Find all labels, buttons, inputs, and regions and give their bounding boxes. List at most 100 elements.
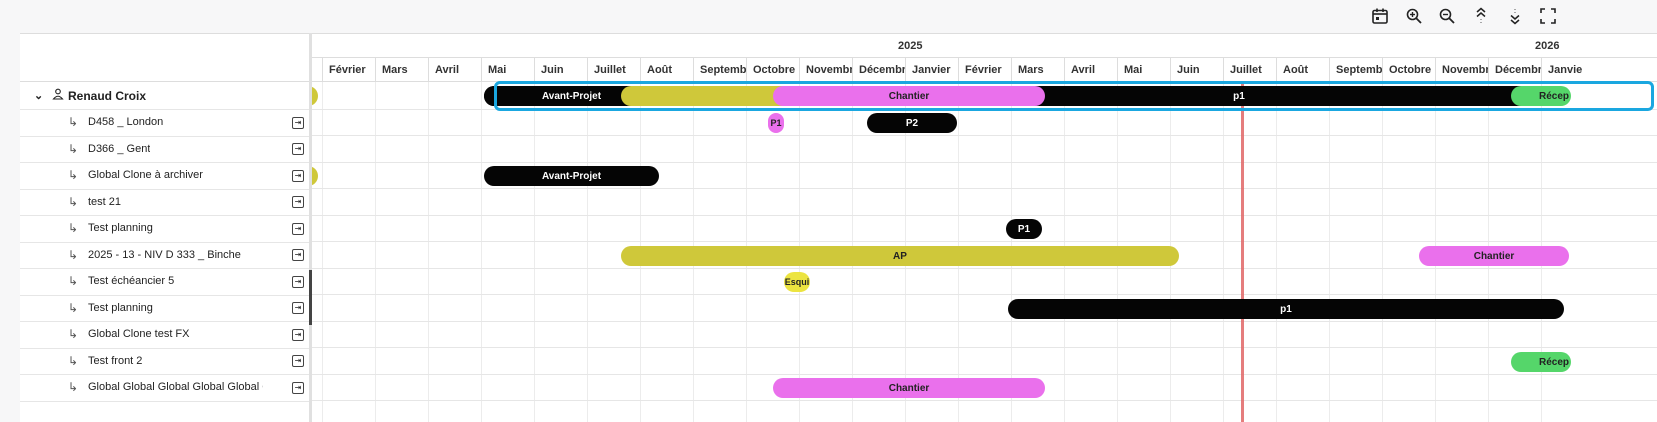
collapse-all-icon[interactable]: [1471, 6, 1491, 26]
project-row[interactable]: ↳ D366 _ Gent ⇥: [20, 135, 310, 163]
subitem-arrow-icon: ↳: [68, 353, 79, 368]
project-name: Global Clone test FX: [88, 328, 190, 340]
subitem-arrow-icon: ↳: [68, 194, 79, 209]
year-header: 2025 2026: [312, 34, 1657, 58]
grid-column-line: [534, 82, 535, 422]
group-name: Renaud Croix: [68, 88, 147, 103]
bar-label: p1: [1280, 303, 1292, 315]
subitem-arrow-icon: ↳: [68, 115, 79, 129]
today-marker: [1241, 82, 1244, 422]
open-project-icon[interactable]: ⇥: [292, 196, 304, 208]
subitem-arrow-icon: ↳: [68, 327, 79, 341]
bar-label: P1: [770, 118, 782, 128]
expand-all-icon[interactable]: [1505, 6, 1525, 26]
gantt-bar-d458-p2[interactable]: P2: [867, 113, 957, 133]
open-project-icon[interactable]: ⇥: [292, 249, 304, 261]
project-row[interactable]: ↳ Test échéancier 5 ⇥: [20, 268, 310, 296]
grid-column-line: [481, 82, 482, 422]
project-name: Global Clone à archiver: [88, 169, 203, 181]
month-label: Février: [322, 58, 375, 82]
project-row[interactable]: ↳ D458 _ London ⇥: [20, 109, 310, 137]
month-label: Mars: [1011, 58, 1064, 82]
group-row-renaud-croix[interactable]: ⌄ Renaud Croix: [20, 82, 310, 110]
grid-column-line: [1382, 82, 1383, 422]
project-row[interactable]: ↳ Global Clone à archiver ⇥: [20, 162, 310, 190]
subitem-arrow-icon: ↳: [68, 300, 79, 315]
bar-label: Chantier: [1473, 250, 1515, 262]
open-project-icon[interactable]: ⇥: [292, 116, 304, 129]
project-name: test 21: [88, 195, 122, 208]
project-name: 2025 - 13 - NIV D 333 _ Binche: [88, 248, 241, 261]
open-project-icon[interactable]: ⇥: [292, 355, 304, 367]
open-project-icon[interactable]: ⇥: [292, 169, 304, 182]
month-header: ·FévrierMarsAvrilMaiJuinJuilletAoûtSepte…: [312, 58, 1657, 82]
gantt-bar-global-chantier[interactable]: Chantier: [773, 378, 1045, 398]
month-label: Novembr: [1435, 58, 1488, 82]
open-project-icon[interactable]: ⇥: [292, 222, 304, 235]
gantt-timeline: 2025 2026 ·FévrierMarsAvrilMaiJuinJuille…: [312, 33, 1657, 422]
project-row[interactable]: ↳ Global Clone test FX ⇥: [20, 321, 310, 349]
gantt-bar-test-planning-p1[interactable]: P1: [1006, 219, 1042, 239]
subitem-arrow-icon: ↳: [68, 168, 79, 182]
month-label: Janvier: [905, 58, 958, 82]
project-row[interactable]: ↳ Test planning ⇥: [20, 215, 310, 243]
month-label: Avril: [1064, 58, 1117, 82]
subitem-arrow-icon: ↳: [68, 141, 79, 156]
month-label: Août: [1276, 58, 1329, 82]
grid-row-line: [312, 267, 1657, 269]
gantt-bar-clone-avant-projet[interactable]: Avant-Projet: [484, 166, 659, 186]
grid-column-line: [587, 82, 588, 422]
project-row[interactable]: ↳ Test planning ⇥: [20, 294, 310, 322]
project-row[interactable]: ↳ 2025 - 13 - NIV D 333 _ Binche ⇥: [20, 241, 310, 269]
grid-row-line: [312, 135, 1657, 136]
project-row[interactable]: ↳ Global Global Global Global Global Glo ⇥: [20, 374, 310, 402]
grid-column-line: [1276, 82, 1277, 422]
grid-row-line: [312, 320, 1657, 322]
month-label: Mai: [481, 58, 534, 82]
bar-label: P2: [905, 117, 919, 129]
project-list-panel: ⌄ Renaud Croix ↳ D458 _ London ⇥ ↳ D366 _ Ge…: [20, 33, 310, 422]
gantt-bar-binche-ap[interactable]: AP: [621, 246, 1179, 266]
project-row[interactable]: ↳ Test front 2 ⇥: [20, 347, 310, 375]
open-project-icon[interactable]: ⇥: [292, 381, 304, 394]
gantt-bar-binche-chantier[interactable]: Chantier: [1419, 246, 1569, 266]
zoom-out-icon[interactable]: [1437, 6, 1457, 26]
month-label: Octobre: [746, 58, 799, 82]
open-project-icon[interactable]: ⇥: [292, 143, 304, 155]
month-label: Octobre: [1382, 58, 1435, 82]
gantt-bar-d458-p1[interactable]: P1: [768, 113, 784, 133]
open-project-icon[interactable]: ⇥: [292, 328, 304, 341]
gantt-bar-test-planning2-p1[interactable]: p1: [1008, 299, 1564, 319]
zoom-in-icon[interactable]: [1404, 6, 1424, 26]
project-name: Test échéancier 5: [88, 275, 175, 287]
project-name: D458 _ London: [88, 116, 164, 128]
project-row[interactable]: ↳ test 21 ⇥: [20, 188, 310, 216]
month-label: ·: [312, 58, 322, 82]
calendar-icon[interactable]: [1370, 6, 1390, 26]
grid-row-line: [312, 241, 1657, 242]
month-label: Septemb: [1329, 58, 1382, 82]
fullscreen-icon[interactable]: [1538, 6, 1558, 26]
month-label: Juin: [1170, 58, 1223, 82]
bar-label: Esqui: [784, 277, 810, 287]
month-label: Mai: [1117, 58, 1170, 82]
toolbar: [0, 0, 1657, 32]
project-name: Test planning: [88, 222, 153, 234]
open-project-icon[interactable]: ⇥: [292, 275, 304, 288]
month-label: Novembr: [799, 58, 852, 82]
user-icon: [52, 88, 68, 103]
gantt-bar-front-reception[interactable]: Récep: [1511, 352, 1571, 372]
grid-row-line: [312, 400, 1657, 401]
gantt-bar-echeancier-esqui[interactable]: Esqui: [784, 272, 810, 292]
month-label: Mars: [375, 58, 428, 82]
month-label: Février: [958, 58, 1011, 82]
gantt-bar-yellow[interactable]: [312, 86, 318, 106]
planning-app: ⌄ Renaud Croix ↳ D458 _ London ⇥ ↳ D366 _ Ge…: [0, 0, 1657, 422]
open-project-icon[interactable]: ⇥: [292, 302, 304, 314]
bar-label: AP: [893, 250, 907, 262]
month-label: Décembr: [1488, 58, 1541, 82]
month-label: Janvie: [1541, 58, 1594, 82]
chevron-down-icon[interactable]: ⌄: [34, 89, 52, 102]
grid-column-line: [428, 82, 429, 422]
gantt-bar-yellow[interactable]: [312, 166, 318, 186]
